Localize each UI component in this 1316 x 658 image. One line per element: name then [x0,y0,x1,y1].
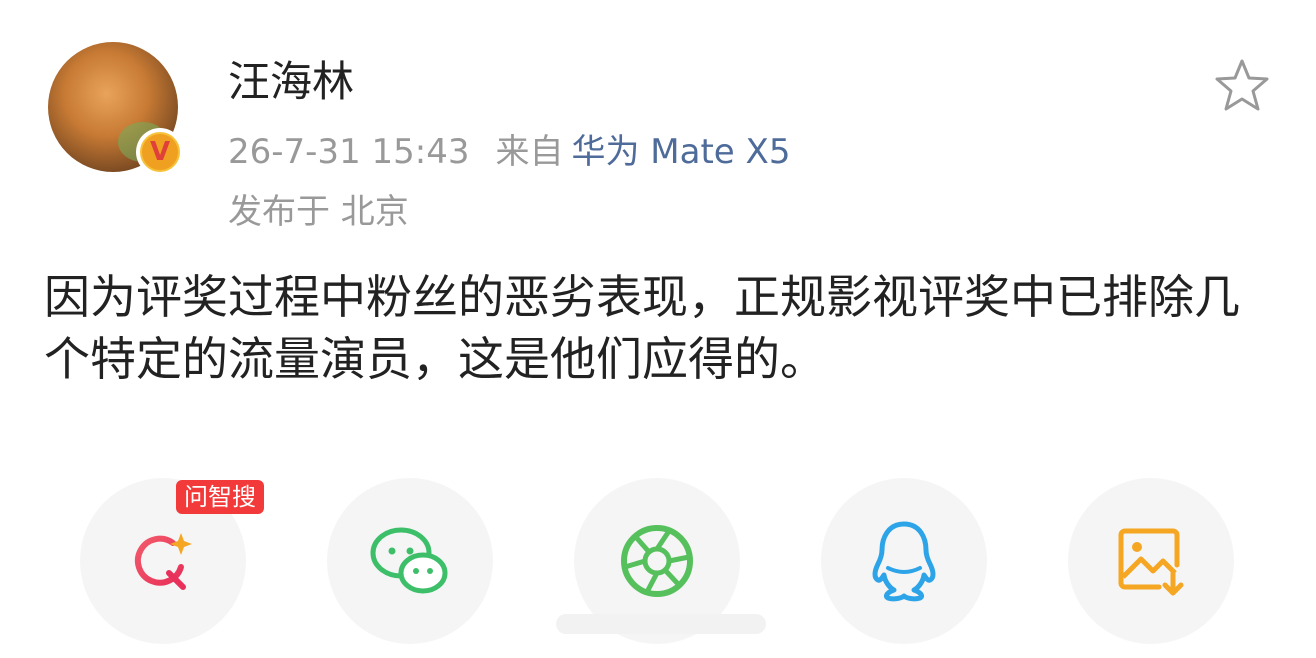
wechat-icon [370,527,448,594]
ai-search-tag: 问智搜 [176,480,264,514]
ai-search-icon [134,533,192,590]
post-text: 因为评奖过程中粉丝的恶劣表现，正规影视评奖中已排除几个特定的流量演员，这是他们应… [44,270,1240,386]
qq-icon [872,521,936,602]
post-location: 发布于 北京 [228,192,409,232]
source-prefix: 来自 [495,132,564,172]
post-meta: 26-7-31 15:43 来自 华为 Mate X5 [228,124,790,173]
save-image-icon [1118,528,1184,596]
post-timestamp: 26-7-31 15:43 [228,132,470,172]
moments-icon [621,525,693,597]
save-image-button[interactable] [1068,478,1234,644]
qq-share-button[interactable] [821,478,987,644]
verified-icon: V [140,132,180,172]
wechat-share-button[interactable] [327,478,493,644]
verified-badge: V [136,128,184,176]
device-link[interactable]: 华为 Mate X5 [572,132,791,172]
scroll-indicator [556,614,766,634]
star-icon[interactable] [1212,56,1272,116]
author-name[interactable]: 汪海林 [228,48,354,109]
